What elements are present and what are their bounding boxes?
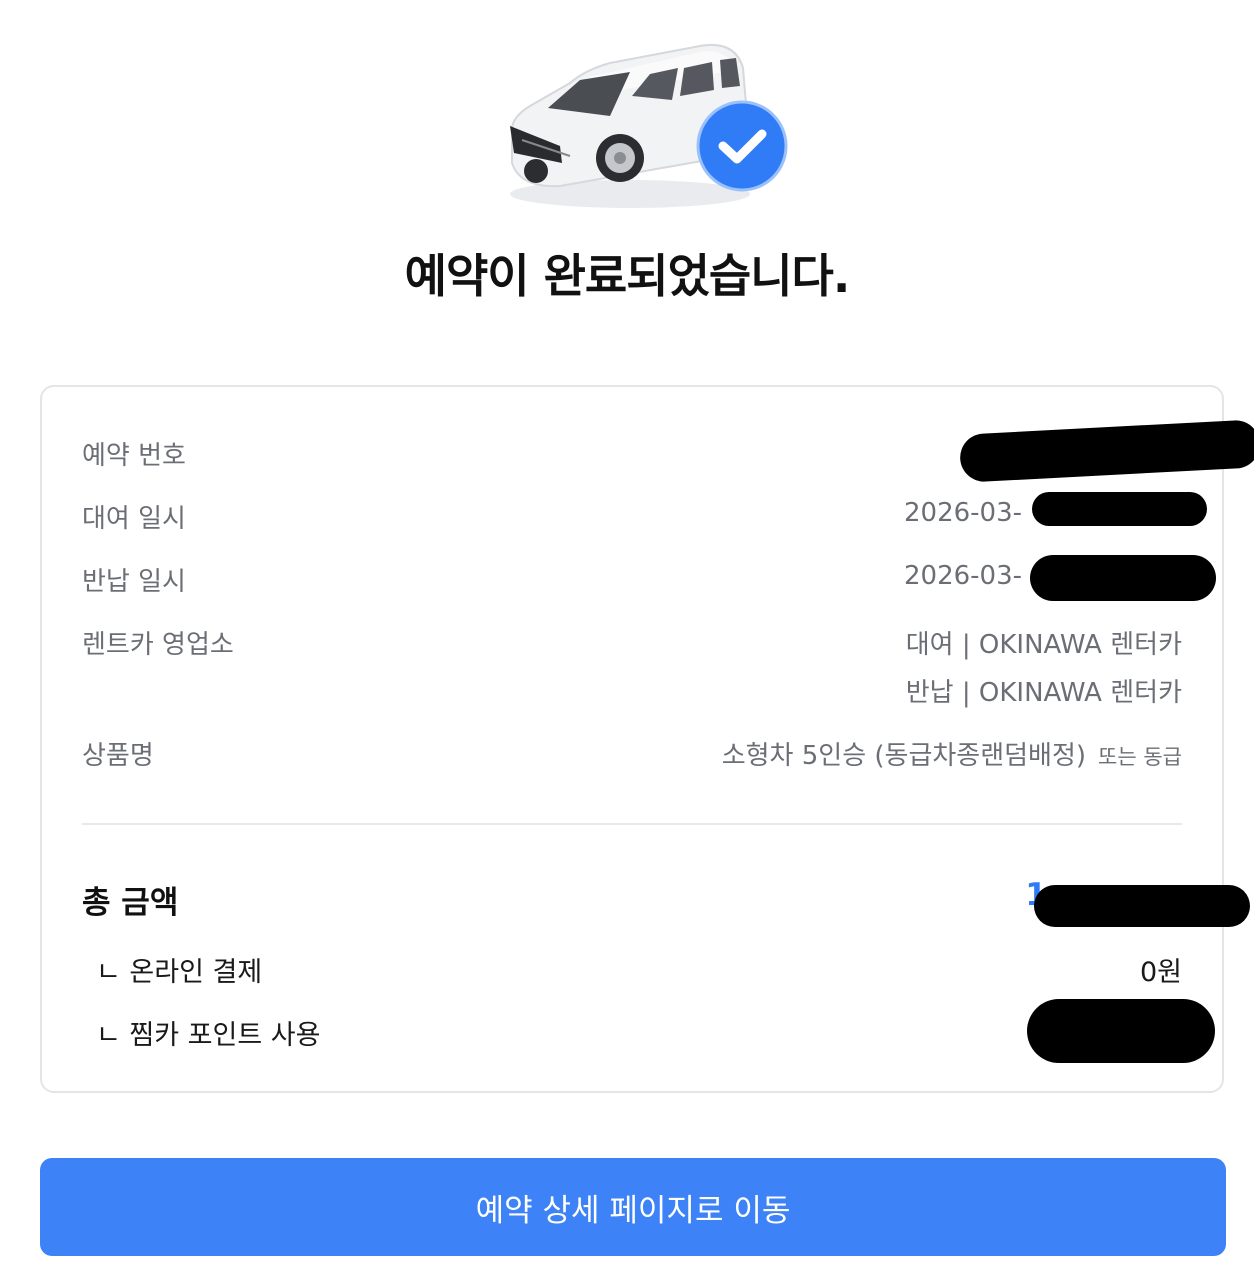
check-icon	[696, 100, 788, 192]
pickup-datetime-label: 대여 일시	[82, 504, 186, 534]
view-reservation-details-button[interactable]: 예약 상세 페이지로 이동	[40, 1158, 1226, 1256]
reservation-number-label: 예약 번호	[82, 441, 186, 471]
total-amount-label: 총 금액	[82, 885, 179, 921]
rental-office-return: 반납 | OKINAWA 렌터카	[905, 678, 1182, 708]
online-payment-value: 0원	[1139, 957, 1182, 988]
product-name-suffix: 또는 동급	[1098, 745, 1182, 769]
page-title: 예약이 완료되었습니다.	[404, 249, 851, 303]
redaction-mark	[958, 419, 1254, 483]
return-datetime-label: 반납 일시	[82, 567, 186, 597]
redaction-mark	[1030, 555, 1216, 601]
points-usage-label: ㄴ 찜카 포인트 사용	[96, 1020, 321, 1051]
divider	[82, 823, 1182, 825]
product-name-value: 소형차 5인승 (동급차종랜덤배정) 또는 동급	[722, 735, 1182, 772]
reservation-summary-card: 예약 번호 대여 일시 2026-03- 반납 일시 2026-03- 렌트카 …	[40, 385, 1254, 1093]
rental-office-pickup: 대여 | OKINAWA 렌터카	[905, 630, 1182, 660]
redaction-mark	[1032, 492, 1207, 526]
product-name-label: 상품명	[82, 741, 154, 771]
redaction-mark	[1027, 999, 1215, 1063]
online-payment-label: ㄴ 온라인 결제	[96, 957, 263, 988]
rental-office-label: 렌트카 영업소	[82, 630, 234, 660]
pickup-datetime-value: 2026-03-	[903, 498, 1022, 528]
return-datetime-value: 2026-03-	[903, 561, 1022, 591]
redaction-mark	[1034, 885, 1250, 927]
car-illustration	[510, 44, 788, 208]
product-name-text: 소형차 5인승 (동급차종랜덤배정)	[721, 741, 1087, 771]
